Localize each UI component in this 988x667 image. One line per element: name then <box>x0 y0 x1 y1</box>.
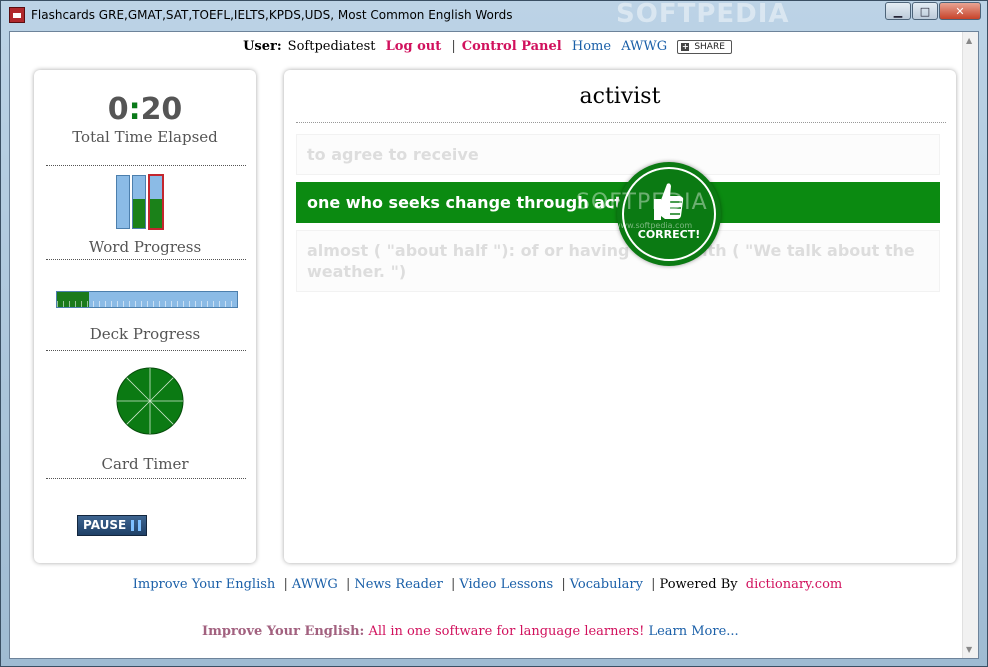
learn-more-link[interactable]: Learn More... <box>648 624 738 639</box>
home-link[interactable]: Home <box>572 39 611 54</box>
footer-link-video-lessons[interactable]: Video Lessons <box>459 577 553 592</box>
app-icon[interactable] <box>9 7 25 23</box>
divider <box>46 165 246 166</box>
card-timer-segments <box>117 368 183 434</box>
scroll-up-icon[interactable]: ▲ <box>966 36 972 45</box>
footer-separator: | <box>561 577 566 592</box>
plus-icon: + <box>681 42 690 51</box>
time-elapsed-label: Total Time Elapsed <box>72 128 218 146</box>
footer-separator: | <box>283 577 288 592</box>
client-area: User: Softpediatest Log out | Control Pane… <box>9 31 979 659</box>
username: Softpediatest <box>287 39 376 54</box>
word-progress-bars <box>116 174 176 231</box>
share-button[interactable]: + SHARE <box>677 40 732 54</box>
title-bar[interactable]: Flashcards GRE,GMAT,SAT,TOEFL,IELTS,KPDS… <box>1 0 987 31</box>
elapsed-timer: 0:20 <box>34 92 256 127</box>
deck-progress-label: Deck Progress <box>89 325 201 343</box>
logout-link[interactable]: Log out <box>386 39 442 54</box>
deck-progress-ticks <box>57 301 237 307</box>
maximize-button[interactable]: □ <box>912 2 938 20</box>
close-button[interactable]: ✕ <box>939 2 981 20</box>
answer-option[interactable]: to agree to receive <box>296 134 940 175</box>
footer-link-improve-english[interactable]: Improve Your English <box>133 577 276 592</box>
app-window: Flashcards GRE,GMAT,SAT,TOEFL,IELTS,KPDS… <box>0 0 988 667</box>
divider <box>46 350 246 351</box>
footer-separator: | <box>450 577 456 592</box>
pause-icon <box>131 520 141 531</box>
control-panel-link[interactable]: Control Panel <box>462 39 562 54</box>
flashcard-word: activist <box>579 84 661 109</box>
status-bar <box>9 659 979 667</box>
window-controls: ▁ □ ✕ <box>884 2 981 20</box>
scroll-down-icon[interactable]: ▼ <box>966 645 972 654</box>
stats-sidebar: 0:20 Total Time Elapsed Word Progress De… <box>34 70 256 563</box>
promo-title: Improve Your English: <box>202 624 365 639</box>
minimize-button[interactable]: ▁ <box>885 2 911 20</box>
card-timer-label: Card Timer <box>101 455 189 473</box>
watermark-url: www.softpedia.com <box>614 221 693 230</box>
powered-by-label: Powered By <box>659 577 738 592</box>
vertical-scrollbar[interactable]: ▲ ▼ <box>962 32 978 658</box>
word-progress-bar <box>132 175 146 229</box>
pause-button[interactable]: PAUSE <box>77 515 147 536</box>
pause-label: PAUSE <box>83 518 127 532</box>
watermark-top: SOFTPEDIA <box>616 0 790 29</box>
footer-separator: | <box>345 577 351 592</box>
promo-text: All in one software for language learner… <box>368 624 645 639</box>
footer-link-vocabulary[interactable]: Vocabulary <box>570 577 643 592</box>
footer-separator: | <box>651 577 656 592</box>
divider <box>296 122 946 123</box>
awwg-link[interactable]: AWWG <box>621 39 667 54</box>
footer-link-awwg[interactable]: AWWG <box>292 577 338 592</box>
nav-separator: | <box>451 39 456 54</box>
flashcard-panel: activist to agree to receive one who see… <box>284 70 956 563</box>
share-label: SHARE <box>694 42 725 52</box>
word-progress-label: Word Progress <box>88 238 202 256</box>
timer-colon: : <box>128 92 141 127</box>
word-progress-fill <box>150 199 162 228</box>
window-title: Flashcards GRE,GMAT,SAT,TOEFL,IELTS,KPDS… <box>31 8 513 22</box>
card-timer-pie <box>116 367 184 435</box>
timer-seconds: 20 <box>140 92 183 127</box>
footer-link-news-reader[interactable]: News Reader <box>354 577 442 592</box>
word-progress-bar <box>116 175 130 229</box>
word-progress-fill <box>133 199 145 228</box>
footer-links: Improve Your English | AWWG | News Reader … <box>10 577 965 592</box>
user-label: User: <box>243 39 282 54</box>
divider <box>46 259 246 260</box>
watermark-mid: SOFTPEDIA <box>576 190 708 215</box>
deck-progress-bar <box>56 291 238 308</box>
divider <box>46 478 246 479</box>
top-nav: User: Softpediatest Log out | Control Pane… <box>10 39 965 54</box>
dictionary-link[interactable]: dictionary.com <box>746 577 843 592</box>
word-progress-bar-current <box>148 174 164 230</box>
promo-banner: Improve Your English: All in one softwar… <box>202 624 739 639</box>
timer-minutes: 0 <box>107 92 129 127</box>
